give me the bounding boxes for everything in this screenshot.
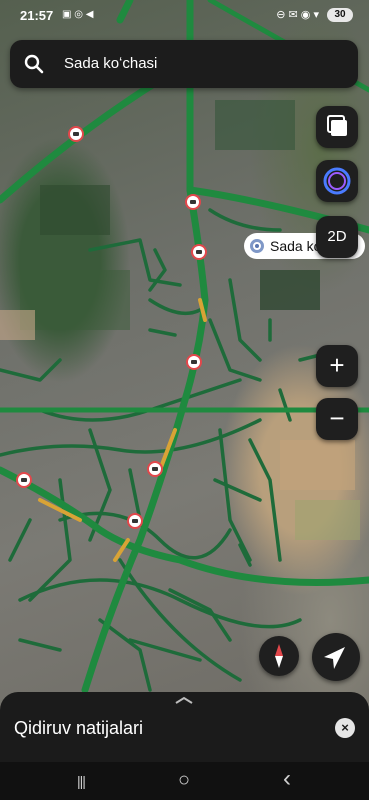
- search-results-sheet[interactable]: Qidiruv natijalari ×: [0, 692, 369, 762]
- camera-icon[interactable]: [185, 194, 201, 210]
- home-button[interactable]: ○: [169, 768, 199, 794]
- camera-icon[interactable]: [16, 472, 32, 488]
- view-mode-button[interactable]: 2D: [316, 216, 358, 258]
- back-button[interactable]: ‹: [272, 767, 302, 794]
- camera-icon[interactable]: [68, 126, 84, 142]
- zoom-out-icon: −: [329, 403, 345, 433]
- camera-icon[interactable]: [127, 513, 143, 529]
- compass-button[interactable]: [259, 636, 299, 676]
- compass-icon: [275, 644, 283, 668]
- camera-icon[interactable]: [147, 461, 163, 477]
- layers-button[interactable]: [316, 106, 358, 148]
- recents-button[interactable]: |||: [66, 768, 96, 794]
- pin-icon: [250, 239, 264, 253]
- view-mode-label: 2D: [327, 228, 347, 245]
- alice-voice-button[interactable]: [316, 160, 358, 202]
- search-icon[interactable]: [22, 52, 46, 76]
- search-bar[interactable]: Sada koʻchasi: [10, 40, 358, 88]
- system-icons: ⊖ ✉ ◉ ▾: [276, 9, 319, 21]
- camera-icon[interactable]: [186, 354, 202, 370]
- status-time: 21:57: [20, 8, 54, 23]
- zoom-in-button[interactable]: +: [316, 345, 358, 387]
- layers-icon: [327, 115, 347, 136]
- alice-icon: [323, 167, 351, 195]
- locate-icon: [324, 647, 345, 669]
- close-icon[interactable]: ×: [335, 718, 355, 738]
- notification-icons: ▣ ◎ ◀: [62, 9, 94, 20]
- status-bar: 21:57 ▣ ◎ ◀ ⊖ ✉ ◉ ▾ 30: [0, 0, 369, 30]
- system-nav-bar: ||| ○ ‹: [0, 762, 369, 800]
- search-query[interactable]: Sada koʻchasi: [64, 55, 157, 72]
- chevron-up-icon[interactable]: [174, 696, 194, 704]
- zoom-out-button[interactable]: −: [316, 398, 358, 440]
- my-location-button[interactable]: [312, 633, 360, 681]
- battery-indicator: 30: [327, 8, 353, 22]
- zoom-in-icon: +: [329, 350, 345, 380]
- sheet-title: Qidiruv natijalari: [14, 718, 144, 738]
- camera-icon[interactable]: [191, 244, 207, 260]
